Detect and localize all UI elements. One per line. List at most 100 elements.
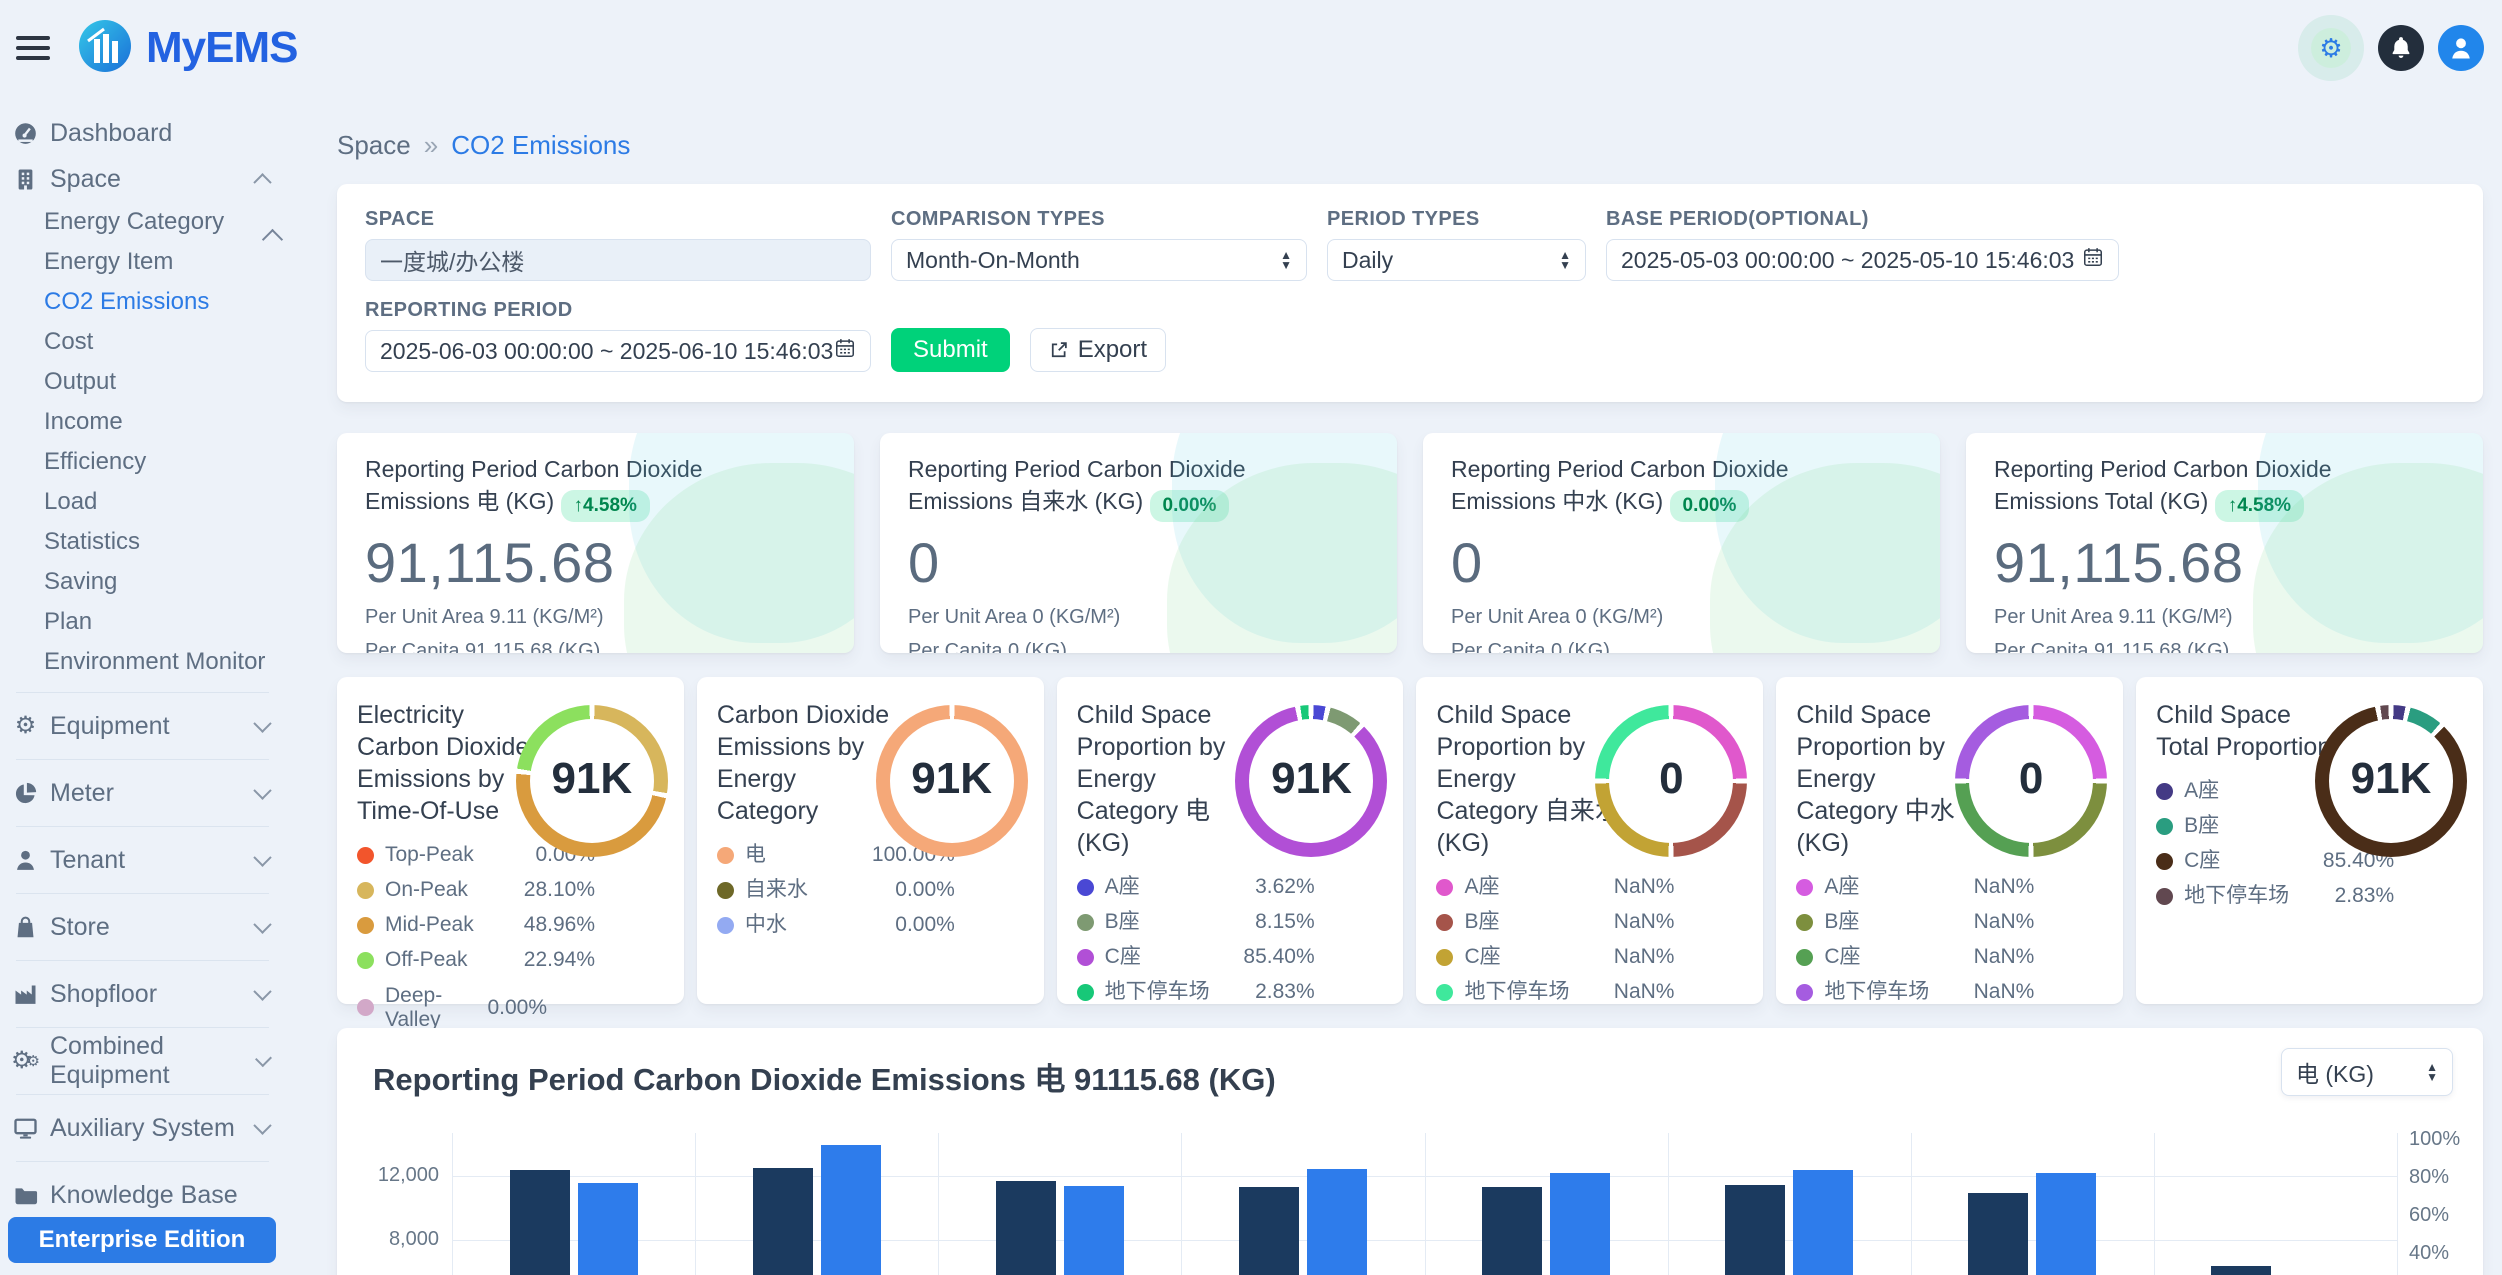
- base-period-input[interactable]: 2025-05-03 00:00:00 ~ 2025-05-10 15:46:0…: [1606, 239, 2119, 281]
- sidebar-item-store[interactable]: Store: [0, 904, 285, 950]
- chevron-up-icon: [253, 173, 271, 191]
- donut-card-child-space-water: Child Space Proportion by Energy Categor…: [1416, 677, 1763, 1004]
- sidebar-item-energy-item[interactable]: Energy Item: [0, 242, 285, 282]
- gridline-vertical: [1425, 1133, 1426, 1275]
- hamburger-menu-icon[interactable]: [16, 36, 50, 60]
- legend-dot: [357, 952, 374, 969]
- divider: [16, 759, 269, 760]
- donut-card-time-of-use: Electricity Carbon Dioxide Emissions by …: [337, 677, 684, 1004]
- sidebar-item-meter[interactable]: Meter: [0, 770, 285, 816]
- gear-icon: ⚙: [2319, 35, 2342, 61]
- chevron-down-icon: [253, 1116, 271, 1134]
- energy-category-select[interactable]: 电 (KG) ▲▼: [2281, 1048, 2453, 1096]
- gridline-vertical: [1668, 1133, 1669, 1275]
- sidebar-item-plan[interactable]: Plan: [0, 602, 285, 642]
- donut-center-value: 91K: [1235, 754, 1387, 804]
- comparison-types-select[interactable]: Month-On-Month ▲▼: [891, 239, 1307, 281]
- donut-card-title: Child Space Proportion by Energy Categor…: [1077, 699, 1262, 859]
- gears-icon: ⚙⚙: [12, 1048, 39, 1075]
- sidebar-item-load[interactable]: Load: [0, 482, 285, 522]
- sidebar-item-dashboard[interactable]: Dashboard: [0, 110, 285, 156]
- sidebar-item-label: Equipment: [50, 712, 170, 741]
- export-icon: [1049, 340, 1069, 360]
- legend-dot: [357, 917, 374, 934]
- period-types-select[interactable]: Daily ▲▼: [1327, 239, 1586, 281]
- legend-item: C座85.40%: [1077, 945, 1315, 969]
- space-input[interactable]: 一度城/办公楼: [365, 239, 871, 281]
- divider: [16, 960, 269, 961]
- legend-item: C座NaN%: [1436, 945, 1674, 969]
- bell-icon: [2388, 35, 2414, 61]
- legend-dot: [1077, 949, 1094, 966]
- brand-logo[interactable]: MyEMS: [78, 19, 297, 78]
- sidebar-item-energy-category[interactable]: Energy Category: [0, 202, 285, 242]
- sidebar-item-space[interactable]: Space: [0, 156, 285, 202]
- user-icon: [2447, 34, 2475, 62]
- legend-item: On-Peak28.10%: [357, 878, 595, 902]
- sidebar-item-environment-monitor[interactable]: Environment Monitor: [0, 642, 285, 682]
- reporting-period-input[interactable]: 2025-06-03 00:00:00 ~ 2025-06-10 15:46:0…: [365, 330, 871, 372]
- gridline-horizontal: [452, 1176, 2397, 1177]
- sidebar-item-label: Combined Equipment: [50, 1032, 247, 1090]
- shopping-bag-icon: [12, 914, 39, 941]
- submit-button[interactable]: Submit: [891, 328, 1010, 372]
- sidebar-item-shopfloor[interactable]: Shopfloor: [0, 971, 285, 1017]
- user-avatar[interactable]: [2438, 25, 2484, 71]
- bar-base-period: [1239, 1187, 1299, 1275]
- myems-logo-icon: [78, 19, 132, 78]
- divider: [16, 826, 269, 827]
- sidebar-item-label: Space: [50, 165, 121, 194]
- enterprise-edition-button[interactable]: Enterprise Edition: [8, 1217, 276, 1263]
- sidebar-item-combined-equipment[interactable]: ⚙⚙ Combined Equipment: [0, 1038, 285, 1084]
- bar-base-period: [510, 1170, 570, 1275]
- donut-center-value: 0: [1595, 754, 1747, 804]
- donut-card-energy-category: Carbon Dioxide Emissions by Energy Categ…: [697, 677, 1044, 1004]
- sidebar-item-output[interactable]: Output: [0, 362, 285, 402]
- donut-card-title: Child Space Total Proportion: [2156, 699, 2341, 763]
- bar-base-period: [1725, 1185, 1785, 1275]
- query-form-panel: SPACE 一度城/办公楼 COMPARISON TYPES Month-On-…: [337, 184, 2483, 402]
- sidebar-item-income[interactable]: Income: [0, 402, 285, 442]
- legend-item: C座85.40%: [2156, 849, 2394, 873]
- sidebar-item-statistics[interactable]: Statistics: [0, 522, 285, 562]
- donut-card-child-space-total: Child Space Total Proportion 91K A座3.62%…: [2136, 677, 2483, 1004]
- bar-chart-title: Reporting Period Carbon Dioxide Emission…: [373, 1054, 1276, 1099]
- pct-axis-tick: 80%: [2409, 1166, 2483, 1189]
- export-button[interactable]: Export: [1030, 328, 1166, 372]
- legend-dot: [1077, 879, 1094, 896]
- main-content: Space » CO2 Emissions SPACE 一度城/办公楼 COMP…: [285, 96, 2502, 1275]
- divider: [16, 1094, 269, 1095]
- stat-cards-row: Reporting Period Carbon Dioxide Emission…: [337, 433, 2483, 653]
- sidebar-item-cost[interactable]: Cost: [0, 322, 285, 362]
- brand-name: MyEMS: [146, 23, 297, 73]
- pie-chart-icon: [12, 780, 39, 807]
- legend-dot: [1796, 984, 1813, 1001]
- notifications-button[interactable]: [2378, 25, 2424, 71]
- legend-dot: [717, 882, 734, 899]
- sidebar-item-knowledge-base[interactable]: Knowledge Base: [0, 1172, 285, 1218]
- sidebar-item-label: Meter: [50, 779, 114, 808]
- bar-base-period: [1482, 1187, 1542, 1275]
- space-label: SPACE: [365, 208, 871, 231]
- sidebar-item-label: Knowledge Base: [50, 1181, 238, 1210]
- sidebar-item-auxiliary-system[interactable]: Auxiliary System: [0, 1105, 285, 1151]
- export-button-label: Export: [1078, 336, 1147, 364]
- bar-reporting-period: [1307, 1169, 1367, 1275]
- legend-dot: [717, 847, 734, 864]
- sidebar-item-saving[interactable]: Saving: [0, 562, 285, 602]
- sidebar-item-tenant[interactable]: Tenant: [0, 837, 285, 883]
- select-arrows-icon: ▲▼: [1559, 250, 1571, 270]
- settings-button[interactable]: ⚙: [2298, 15, 2364, 81]
- breadcrumb-parent[interactable]: Space: [337, 130, 411, 161]
- chevron-down-icon: [253, 781, 271, 799]
- sidebar-item-co2-emissions[interactable]: CO2 Emissions: [0, 282, 285, 322]
- legend-dot: [1796, 914, 1813, 931]
- legend-dot: [357, 847, 374, 864]
- legend-item: 地下停车场NaN%: [1436, 980, 1674, 1004]
- sidebar-item-equipment[interactable]: ⚙ Equipment: [0, 703, 285, 749]
- gridline-vertical: [695, 1133, 696, 1275]
- donut-chart: 91K: [516, 705, 668, 857]
- sidebar-item-efficiency[interactable]: Efficiency: [0, 442, 285, 482]
- chevron-down-icon: [253, 915, 271, 933]
- breadcrumb-current[interactable]: CO2 Emissions: [451, 130, 630, 161]
